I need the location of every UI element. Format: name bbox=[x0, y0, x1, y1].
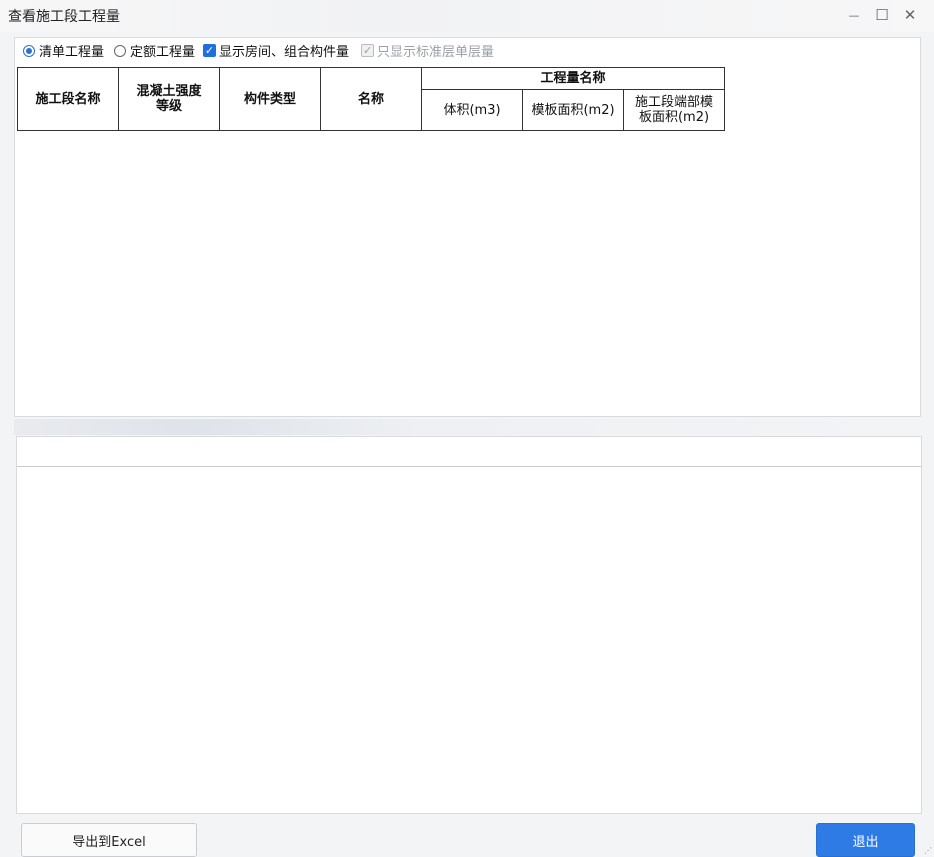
maximize-button[interactable]: ☐ bbox=[868, 4, 896, 26]
radio-quota-label: 定额工程量 bbox=[130, 45, 196, 60]
column-header-formwork-area[interactable]: 模板面积(m2) bbox=[522, 89, 624, 131]
radio-selected-icon[interactable] bbox=[23, 44, 35, 57]
concrete-grade-line2: 等级 bbox=[155, 99, 182, 114]
checkbox-standard-floor-label: 只显示标准层单层量 bbox=[377, 45, 495, 60]
radio-unselected-icon[interactable] bbox=[114, 44, 127, 57]
maximize-icon: ☐ bbox=[875, 6, 889, 24]
detail-panel-header bbox=[17, 437, 921, 467]
column-header-concrete-grade[interactable]: 混凝土强度 等级 bbox=[118, 67, 220, 131]
concrete-grade-line1: 混凝土强度 bbox=[136, 84, 202, 99]
panel-splitter[interactable] bbox=[14, 419, 921, 435]
checkbox-standard-floor-only: ✓ 只显示标准层单层量 bbox=[361, 41, 494, 60]
options-bar: 清单工程量 定额工程量 ✓ 显示房间、组合构件量 ✓ 只显示标准层单层量 bbox=[23, 41, 498, 60]
end-formwork-line1: 施工段端部模 bbox=[634, 95, 713, 110]
title-bar[interactable]: 查看施工段工程量 — ☐ ✕ bbox=[0, 0, 934, 32]
checkbox-disabled-icon: ✓ bbox=[361, 44, 375, 57]
checkbox-show-rooms[interactable]: ✓ 显示房间、组合构件量 bbox=[203, 41, 349, 60]
radio-bill-quantity[interactable]: 清单工程量 bbox=[23, 41, 104, 60]
column-header-segment-name[interactable]: 施工段名称 bbox=[17, 67, 119, 131]
column-header-volume[interactable]: 体积(m3) bbox=[421, 89, 523, 131]
checkbox-show-rooms-label: 显示房间、组合构件量 bbox=[219, 45, 350, 60]
dialog-window: 查看施工段工程量 — ☐ ✕ 清单工程量 定额工程量 ✓ 显示房间、组合构件量 … bbox=[0, 0, 934, 857]
column-header-end-formwork-area[interactable]: 施工段端部模 板面积(m2) bbox=[623, 89, 725, 131]
quantity-summary-panel: 清单工程量 定额工程量 ✓ 显示房间、组合构件量 ✓ 只显示标准层单层量 施工段… bbox=[14, 37, 921, 417]
window-title: 查看施工段工程量 bbox=[8, 9, 120, 25]
exit-button[interactable]: 退出 bbox=[816, 823, 915, 857]
detail-panel bbox=[16, 436, 922, 814]
column-header-component-type[interactable]: 构件类型 bbox=[219, 67, 321, 131]
radio-quota-quantity[interactable]: 定额工程量 bbox=[114, 41, 195, 60]
end-formwork-line2: 板面积(m2) bbox=[638, 110, 710, 125]
checkbox-checked-icon[interactable]: ✓ bbox=[203, 44, 217, 57]
minimize-icon: — bbox=[848, 8, 860, 22]
window-controls: — ☐ ✕ bbox=[840, 4, 924, 26]
resize-grip-icon[interactable]: ⋰ bbox=[924, 847, 932, 855]
close-button[interactable]: ✕ bbox=[896, 4, 924, 26]
column-header-name[interactable]: 名称 bbox=[320, 67, 422, 131]
minimize-button[interactable]: — bbox=[840, 4, 868, 26]
export-excel-button[interactable]: 导出到Excel bbox=[21, 823, 197, 857]
close-icon: ✕ bbox=[903, 6, 917, 24]
quantity-table: 施工段名称 混凝土强度 等级 构件类型 名称 工程量名称 体积(m3) 模板面积… bbox=[17, 67, 725, 131]
column-header-quantity-name: 工程量名称 bbox=[421, 67, 725, 90]
radio-bill-label: 清单工程量 bbox=[39, 45, 105, 60]
